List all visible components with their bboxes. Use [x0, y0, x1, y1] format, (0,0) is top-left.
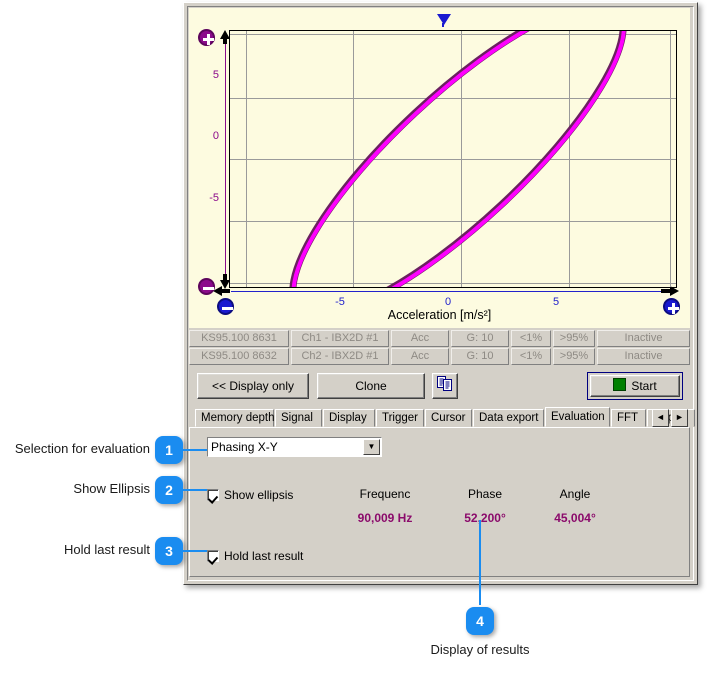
status-quantity: Acc	[391, 330, 449, 347]
tab-cursor[interactable]: Cursor	[425, 409, 472, 427]
display-only-button[interactable]: << Display only	[197, 373, 309, 399]
evaluation-select-value: Phasing X-Y	[211, 440, 278, 454]
tab-evaluation[interactable]: Evaluation	[545, 407, 610, 427]
plot-area[interactable]	[229, 30, 677, 288]
trigger-marker-icon[interactable]	[437, 14, 451, 25]
status-low: <1%	[511, 330, 551, 347]
toolbar: << Display only Clone Star	[189, 371, 690, 401]
annotation-label-3: Hold last result	[0, 542, 150, 557]
x-tick-label: 0	[428, 296, 468, 308]
minus-icon	[203, 287, 214, 290]
x-tick-label: 5	[536, 296, 576, 308]
tab-signal[interactable]: Signal	[275, 409, 322, 427]
annotation-label-2: Show Ellipsis	[0, 481, 150, 496]
x-axis-line	[231, 291, 675, 292]
annotation-leader-2	[183, 489, 207, 491]
application-window-inner: 5 0 -5 -5 0 5 Acceleration [m/s²] KS95.1…	[187, 6, 694, 581]
channel-status-list: KS95.100 8631 Ch1 - IBX2D #1 Acc G: 10 <…	[189, 330, 690, 366]
chevron-down-icon[interactable]: ▼	[363, 439, 380, 455]
status-high: >95%	[553, 348, 595, 365]
hold-last-result-label: Hold last result	[224, 549, 303, 563]
tab-scroll-next-button[interactable]: ►	[671, 409, 688, 427]
tab-fft[interactable]: FFT	[611, 409, 646, 427]
annotation-leader-3	[183, 550, 207, 552]
status-state: Inactive	[597, 348, 690, 365]
status-channel: Ch1 - IBX2D #1	[291, 330, 389, 347]
show-ellipsis-label: Show ellipsis	[224, 488, 293, 502]
copy-icon	[436, 374, 454, 392]
annotation-badge-3: 3	[155, 537, 183, 565]
evaluation-select[interactable]: Phasing X-Y ▼	[207, 437, 382, 457]
trigger-marker-stem-icon	[442, 23, 444, 27]
clone-button[interactable]: Clone	[317, 373, 425, 399]
hold-last-result-checkbox-row[interactable]: Hold last result	[207, 549, 303, 563]
status-gain: G: 10	[451, 348, 509, 365]
y-axis-down-arrow-stem-icon	[223, 274, 227, 282]
x-tick-label: -5	[320, 296, 360, 308]
tab-scroll-prev-button[interactable]: ◄	[652, 409, 669, 427]
xy-trace	[230, 31, 677, 288]
result-value-frequency: 90,009 Hz	[330, 511, 440, 525]
result-header-angle: Angle	[520, 487, 630, 501]
tab-data-export[interactable]: Data export	[473, 409, 544, 427]
result-header-frequency: Frequenc	[330, 487, 440, 501]
hold-last-result-checkbox[interactable]	[207, 550, 219, 562]
status-sensor: KS95.100 8631	[189, 330, 289, 347]
start-led-icon	[613, 378, 626, 391]
start-button[interactable]: Start	[590, 375, 680, 397]
annotation-badge-2: 2	[155, 476, 183, 504]
status-gain: G: 10	[451, 330, 509, 347]
table-row: KS95.100 8631 Ch1 - IBX2D #1 Acc G: 10 <…	[189, 330, 690, 347]
status-channel: Ch2 - IBX2D #1	[291, 348, 389, 365]
status-low: <1%	[511, 348, 551, 365]
annotation-badge-1: 1	[155, 436, 183, 464]
y-axis-up-arrow-stem-icon	[223, 36, 227, 44]
result-value-angle: 45,004°	[520, 511, 630, 525]
status-state: Inactive	[597, 330, 690, 347]
y-axis-zoom-out-button[interactable]	[198, 278, 215, 295]
annotation-leader-1	[183, 449, 207, 451]
status-sensor: KS95.100 8632	[189, 348, 289, 365]
tab-trigger[interactable]: Trigger	[376, 409, 424, 427]
y-tick-label: 0	[193, 130, 219, 142]
x-axis-left-arrow-stem-icon	[221, 289, 230, 293]
tab-memory-depth[interactable]: Memory depth	[195, 409, 274, 427]
y-axis-line	[225, 32, 226, 286]
start-button-focus-ring: Start	[587, 372, 683, 400]
y-axis-zoom-in-button[interactable]	[198, 29, 215, 46]
copy-button[interactable]	[432, 373, 458, 399]
plus-icon-vertical	[207, 34, 210, 45]
x-axis-right-arrow-stem-icon	[661, 289, 671, 293]
xy-chart: 5 0 -5 -5 0 5 Acceleration [m/s²]	[189, 8, 690, 328]
status-high: >95%	[553, 330, 595, 347]
status-quantity: Acc	[391, 348, 449, 365]
y-tick-label: -5	[193, 192, 219, 204]
evaluation-tab-panel: Phasing X-Y ▼ Show ellipsis Frequenc Pha…	[189, 427, 690, 577]
annotation-badge-4: 4	[466, 607, 494, 635]
show-ellipsis-checkbox[interactable]	[207, 489, 219, 501]
tab-display[interactable]: Display	[323, 409, 375, 427]
tab-bar: Memory depth Signal Display Trigger Curs…	[189, 407, 690, 428]
annotation-label-4: Display of results	[380, 642, 580, 657]
annotation-leader-4	[479, 520, 481, 605]
start-button-label: Start	[631, 379, 656, 393]
annotation-label-1: Selection for evaluation	[0, 441, 150, 456]
table-row: KS95.100 8632 Ch2 - IBX2D #1 Acc G: 10 <…	[189, 348, 690, 365]
show-ellipsis-checkbox-row[interactable]: Show ellipsis	[207, 488, 293, 502]
application-window: 5 0 -5 -5 0 5 Acceleration [m/s²] KS95.1…	[183, 2, 698, 585]
x-axis-title: Acceleration [m/s²]	[189, 308, 690, 322]
y-tick-label: 5	[193, 69, 219, 81]
